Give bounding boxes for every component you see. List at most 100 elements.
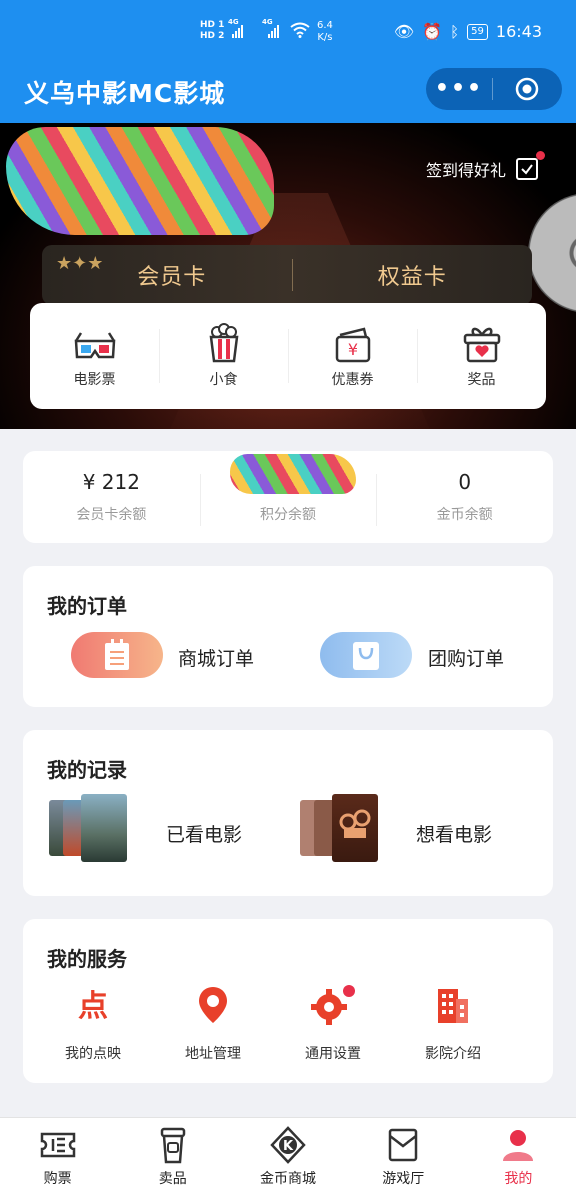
wifi-icon <box>290 22 310 38</box>
bottom-tab-bar: 购票 卖品 K 金币商城 游戏厅 我的 <box>0 1117 576 1188</box>
service-label: 影院介绍 <box>425 1046 481 1062</box>
sim1-label: HD 1 <box>200 20 225 30</box>
want-movies-label[interactable]: 想看电影 <box>416 820 492 847</box>
speed-value: 6.4 <box>317 20 333 31</box>
net-speed: 6.4 K/s <box>317 20 333 44</box>
stars-icon: ★✦★ <box>56 253 104 274</box>
tab-coin-mall[interactable]: K 金币商城 <box>230 1118 345 1188</box>
tab-label: 我的 <box>504 1171 533 1187</box>
quick-item-snacks[interactable]: 小食 <box>159 323 288 389</box>
quick-label: 优惠券 <box>331 372 374 388</box>
quick-menu: 电影票 小食 ¥ 优惠券 奖品 <box>30 303 546 409</box>
records-title: 我的记录 <box>47 758 127 782</box>
profile-banner: 签到得好礼 ★✦★ 会员卡 权益卡 电影票 小食 ¥ 优惠券 奖品 <box>0 123 576 429</box>
signal-icon <box>232 24 243 38</box>
game-card-icon <box>346 1126 461 1164</box>
more-dots-icon[interactable]: ••• <box>426 78 492 100</box>
sim2-label: HD 2 <box>200 31 225 41</box>
member-balance-value: ¥ 212 <box>82 470 140 494</box>
member-balance[interactable]: ¥ 212 会员卡余额 <box>23 470 200 524</box>
services-card: 我的服务 点 我的点映 地址管理 通用设置 影院介绍 <box>23 919 553 1083</box>
tab-label: 游戏厅 <box>382 1171 425 1187</box>
coin-balance[interactable]: 0 金币余额 <box>376 470 553 526</box>
points-value-obscured <box>230 454 356 494</box>
target-icon[interactable] <box>493 77 561 101</box>
tab-buy-ticket[interactable]: 购票 <box>0 1118 115 1188</box>
orders-card: 我的订单 商城订单 团购订单 <box>23 566 553 707</box>
gear-icon <box>273 985 393 1025</box>
user-icon <box>461 1126 576 1164</box>
alarm-icon: ⏰ <box>422 22 443 41</box>
user-info-obscured <box>6 127 274 235</box>
mall-order-button[interactable] <box>71 632 163 678</box>
service-label: 地址管理 <box>185 1046 241 1062</box>
network-type: 4G <box>228 18 239 26</box>
service-item-settings[interactable]: 通用设置 <box>273 985 393 1063</box>
group-order-label[interactable]: 团购订单 <box>428 644 504 671</box>
calendar-check-icon <box>516 151 545 180</box>
status-right: 👁 ⏰ ᛒ 59 16:43 <box>394 22 542 41</box>
status-bar: HD 1 HD 2 4G 4G 6.4 K/s 👁 ⏰ ᛒ 59 16:43 <box>0 18 576 48</box>
tab-mine[interactable]: 我的 <box>461 1118 576 1188</box>
service-label: 通用设置 <box>305 1046 361 1062</box>
location-pin-icon <box>153 985 273 1025</box>
page-title: 义乌中影MC影城 <box>24 79 226 108</box>
eye-icon: 👁 <box>393 22 415 41</box>
quick-label: 小食 <box>209 372 238 388</box>
tab-label: 金币商城 <box>260 1171 316 1187</box>
ticket-icon <box>0 1126 115 1164</box>
projector-posters-icon[interactable] <box>298 794 378 866</box>
quick-item-coupon[interactable]: ¥ 优惠券 <box>288 323 417 389</box>
title-bar: HD 1 HD 2 4G 4G 6.4 K/s 👁 ⏰ ᛒ 59 16:43 义… <box>0 0 576 123</box>
3d-glasses-icon <box>30 323 159 363</box>
building-icon <box>393 985 513 1025</box>
speed-unit: K/s <box>317 32 333 43</box>
film-reel-decoration <box>528 193 576 313</box>
tab-snacks[interactable]: 卖品 <box>115 1118 230 1188</box>
tab-label: 卖品 <box>158 1171 187 1187</box>
service-label: 我的点映 <box>65 1046 121 1062</box>
notepad-icon <box>105 639 129 670</box>
k-coin-icon: K <box>230 1126 345 1164</box>
svg-text:K: K <box>283 1139 294 1154</box>
miniprogram-capsule: ••• <box>426 68 562 110</box>
checkin-button[interactable]: 签到得好礼 <box>425 151 545 181</box>
quick-item-prizes[interactable]: 奖品 <box>417 323 546 389</box>
shopping-bag-icon <box>353 642 379 670</box>
card-bar: ★✦★ 会员卡 权益卡 <box>42 245 532 305</box>
quick-label: 电影票 <box>73 372 116 388</box>
gift-icon <box>417 323 546 363</box>
bluetooth-icon: ᛒ <box>450 22 460 41</box>
records-card: 我的记录 已看电影 想看电影 <box>23 730 553 896</box>
service-item-cinema-intro[interactable]: 影院介绍 <box>393 985 513 1063</box>
signal-icon <box>268 24 279 38</box>
sim-indicator: HD 1 HD 2 <box>200 20 224 42</box>
quick-item-movie-ticket[interactable]: 电影票 <box>30 323 159 389</box>
movie-posters-icon[interactable] <box>47 794 127 866</box>
network-type: 4G <box>262 18 273 26</box>
mall-order-label[interactable]: 商城订单 <box>178 644 254 671</box>
tab-game-hall[interactable]: 游戏厅 <box>346 1118 461 1188</box>
coin-balance-value: 0 <box>458 470 472 494</box>
clock: 16:43 <box>495 22 542 41</box>
svg-text:¥: ¥ <box>347 340 357 359</box>
dian-icon: 点 <box>33 985 153 1025</box>
svg-text:点: 点 <box>78 989 108 1023</box>
services-title: 我的服务 <box>47 947 127 971</box>
coupon-icon: ¥ <box>288 323 417 363</box>
checkin-label: 签到得好礼 <box>425 161 506 180</box>
watched-movies-label[interactable]: 已看电影 <box>166 820 242 847</box>
coin-balance-label: 金币余额 <box>436 507 493 523</box>
service-item-address[interactable]: 地址管理 <box>153 985 273 1063</box>
battery-icon: 59 <box>467 23 488 40</box>
orders-title: 我的订单 <box>47 594 127 618</box>
group-order-button[interactable] <box>320 632 412 678</box>
drink-cup-icon <box>115 1126 230 1164</box>
quick-label: 奖品 <box>467 372 496 388</box>
member-balance-label: 会员卡余额 <box>76 507 147 523</box>
service-item-screening[interactable]: 点 我的点映 <box>33 985 153 1063</box>
notification-dot <box>536 151 545 160</box>
benefit-card-tab[interactable]: 权益卡 <box>293 259 533 291</box>
tab-label: 购票 <box>43 1171 72 1187</box>
popcorn-icon <box>159 323 288 363</box>
